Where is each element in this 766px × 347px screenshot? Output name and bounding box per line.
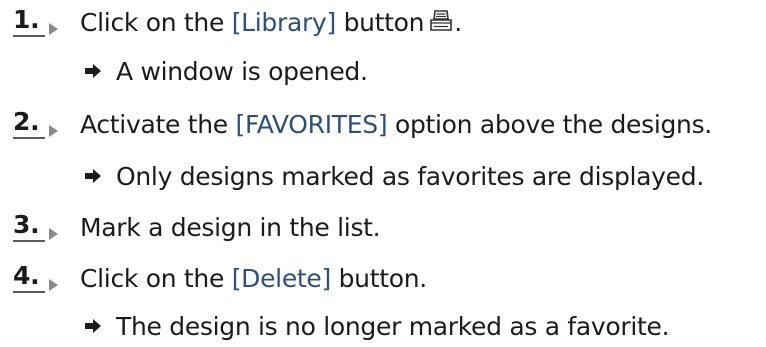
step-text: button. xyxy=(330,263,428,293)
step-3-marker: 3. xyxy=(13,207,65,247)
step-2-marker: 2. xyxy=(13,104,65,144)
step-4-text: Click on the [Delete] button. xyxy=(80,264,427,293)
step-1-text: Click on the [Library] button . xyxy=(80,8,462,37)
step-pointer-icon xyxy=(49,279,58,291)
step-text: Click on the xyxy=(80,7,232,37)
step-pointer-icon xyxy=(49,228,58,240)
step-text: option above the designs. xyxy=(387,109,712,139)
step-text: Click on the xyxy=(80,263,232,293)
step-3-text: Mark a design in the list. xyxy=(80,212,381,242)
result-text: A window is opened. xyxy=(116,56,368,86)
instruction-steps: 1. Click on the [Library] button . A win… xyxy=(0,0,766,347)
step-1-marker: 1. xyxy=(13,2,65,42)
result-text: Only designs marked as favorites are dis… xyxy=(116,161,704,191)
step-4-marker: 4. xyxy=(13,258,65,298)
result-arrow-icon xyxy=(85,169,101,183)
library-icon xyxy=(430,9,453,31)
step-number: 3. xyxy=(13,212,45,242)
step-number: 1. xyxy=(13,7,45,37)
result-text: The design is no longer marked as a favo… xyxy=(116,311,670,341)
library-button-reference: [Library] xyxy=(231,7,337,37)
delete-button-reference: [Delete] xyxy=(231,263,332,293)
step-text: . xyxy=(454,7,462,37)
result-arrow-icon xyxy=(85,64,101,78)
step-2-text: Activate the [FAVORITES] option above th… xyxy=(80,110,712,139)
step-pointer-icon xyxy=(49,125,58,137)
step-pointer-icon xyxy=(49,23,58,35)
step-text: Activate the xyxy=(80,109,236,139)
step-text: button xyxy=(335,7,425,37)
favorites-option-reference: [FAVORITES] xyxy=(235,109,388,139)
result-arrow-icon xyxy=(85,319,101,333)
step-number: 2. xyxy=(13,109,45,139)
step-number: 4. xyxy=(13,263,45,293)
